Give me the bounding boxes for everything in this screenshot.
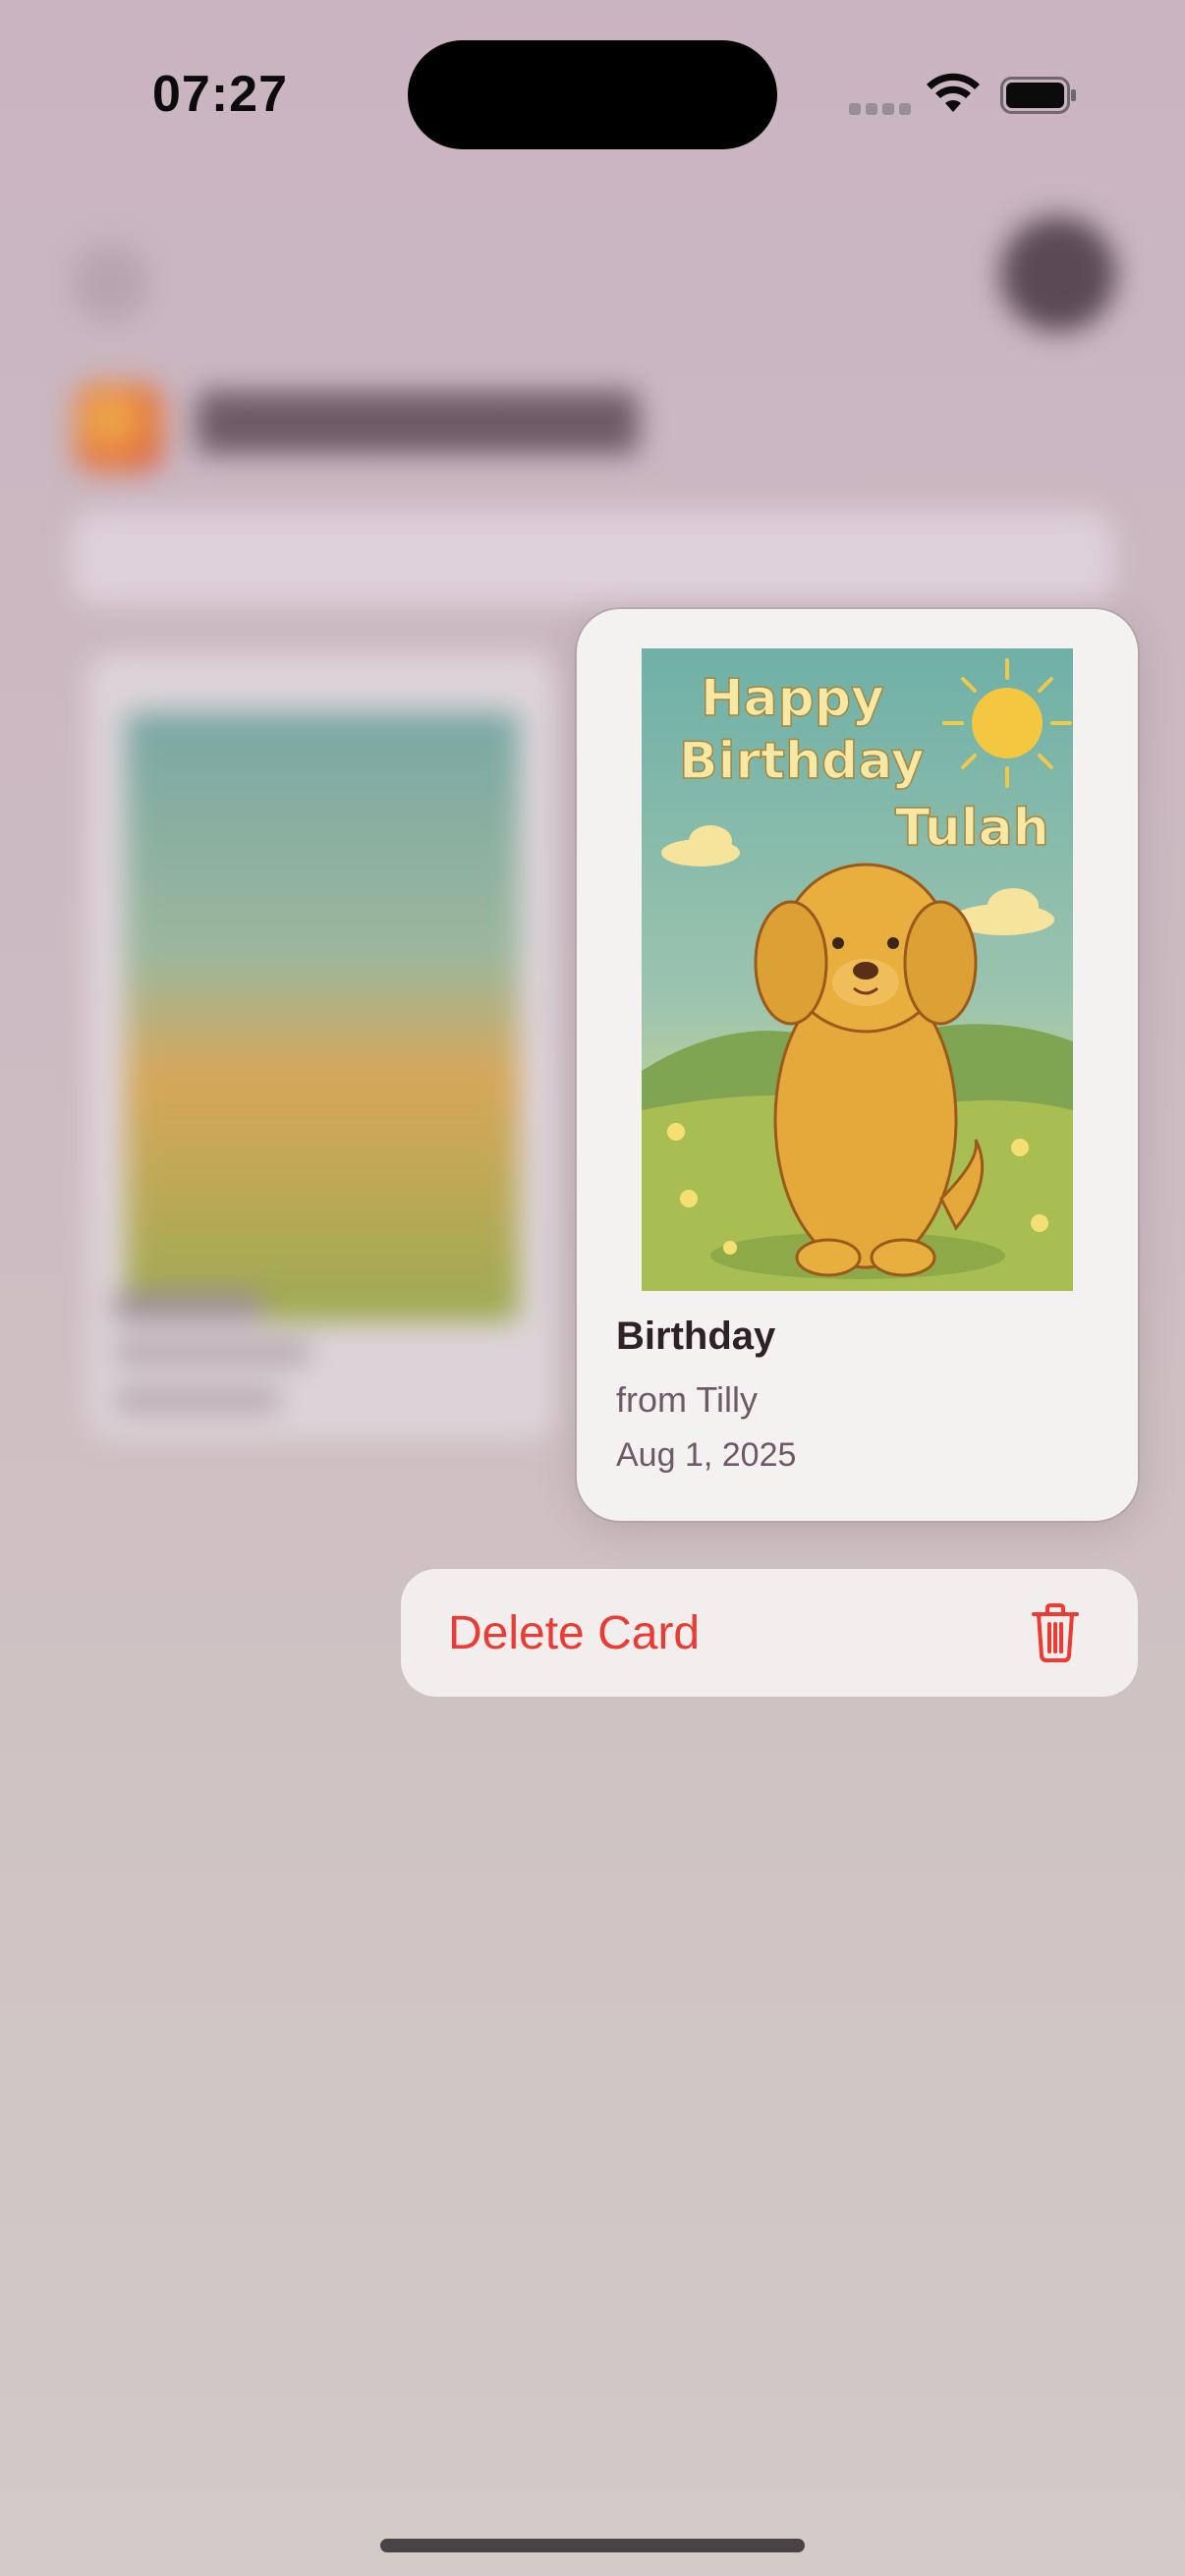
background-card-line: [114, 1292, 261, 1321]
background-card: [86, 653, 558, 1439]
trash-icon: [1032, 1603, 1079, 1662]
avatar: [1000, 216, 1116, 332]
svg-text:Tulah: Tulah: [895, 799, 1049, 858]
delete-card-label: Delete Card: [448, 1607, 701, 1659]
app-icon: [75, 383, 163, 472]
card-title: Birthday: [616, 1315, 776, 1358]
background-card-image: [126, 712, 519, 1321]
delete-card-menu-item[interactable]: Delete Card: [401, 1569, 1138, 1697]
app-title-placeholder: [197, 391, 639, 454]
card-image: Happy Birthday Tulah: [642, 648, 1073, 1291]
card-date: Aug 1, 2025: [616, 1436, 797, 1474]
background-card-line: [114, 1341, 310, 1365]
search-bar: [71, 511, 1114, 605]
card-preview[interactable]: Happy Birthday Tulah Birthday from Tilly…: [577, 609, 1138, 1521]
back-button: [71, 244, 149, 322]
card-sender: from Tilly: [616, 1379, 758, 1420]
svg-text:Birthday: Birthday: [679, 732, 925, 791]
svg-text:Happy: Happy: [701, 669, 884, 728]
background-card-line: [114, 1388, 281, 1412]
home-indicator[interactable]: [380, 2539, 805, 2552]
